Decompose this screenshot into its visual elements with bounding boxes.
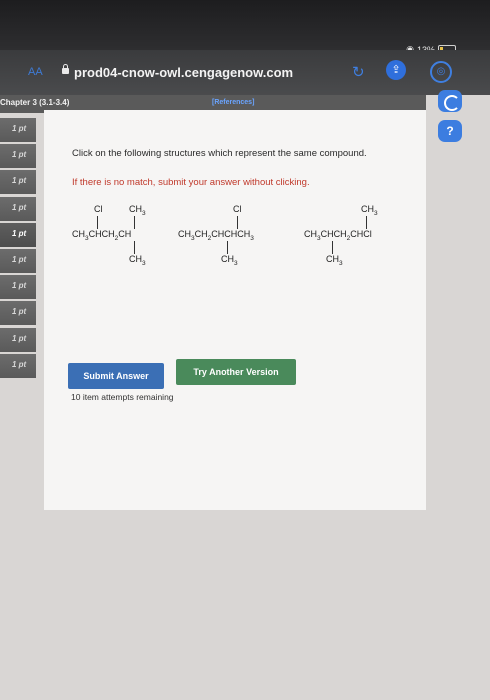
structure-2-main: CH3CH2CHCHCH3 [178, 229, 254, 242]
structure-2-top: Cl [233, 204, 242, 214]
points-item[interactable]: 1 pt [0, 118, 36, 142]
structure-2-bottom: CH3 [221, 254, 238, 267]
question-panel [44, 110, 426, 510]
structure-option-2[interactable]: Cl CH3CH2CHCHCH3 CH3 [178, 205, 278, 267]
references-link[interactable]: [References] [212, 99, 254, 106]
points-item[interactable]: 1 pt [0, 275, 36, 300]
structure-3-top: CH3 [361, 204, 378, 217]
structure-1-top-right: CH3 [129, 204, 146, 217]
bond-line [332, 241, 333, 254]
bond-line [227, 241, 228, 254]
attempts-remaining: 10 item attempts remaining [71, 392, 174, 402]
submit-answer-button[interactable]: Submit Answer [68, 363, 164, 389]
points-item[interactable]: 1 pt [0, 170, 36, 195]
points-item-current[interactable]: 1 pt [0, 222, 36, 247]
reader-mode-button[interactable]: AA [28, 66, 43, 78]
status-bar [0, 0, 490, 50]
structure-1-bottom: CH3 [129, 254, 146, 267]
question-hint: If there is no match, submit your answer… [72, 177, 310, 188]
bond-line [237, 216, 238, 229]
bond-line [134, 216, 135, 229]
structure-3-main: CH3CHCH2CHCl [304, 229, 372, 242]
structure-option-3[interactable]: CH3 CH3CHCH2CHCl CH3 [304, 204, 404, 267]
structure-1-top-left: Cl [94, 204, 103, 214]
chapter-title: Chapter 3 (3.1-3.4) [0, 98, 70, 107]
bond-line [366, 216, 367, 229]
points-item[interactable]: 1 pt [0, 248, 36, 273]
refresh-side-icon[interactable] [438, 90, 462, 112]
help-icon[interactable]: ? [438, 120, 462, 142]
points-list: 1 pt 1 pt 1 pt 1 pt 1 pt 1 pt 1 pt 1 pt … [0, 118, 36, 380]
points-item[interactable]: 1 pt [0, 353, 36, 378]
points-item[interactable]: 1 pt [0, 144, 36, 169]
structure-option-1[interactable]: Cl CH3 CH3CHCH2CH CH3 [72, 204, 162, 267]
bond-line [134, 241, 135, 254]
points-item[interactable]: 1 pt [0, 327, 36, 352]
reload-icon[interactable]: ↻ [352, 63, 365, 81]
url-text[interactable]: prod04-cnow-owl.cengagenow.com [74, 65, 293, 80]
structure-3-bottom: CH3 [326, 254, 343, 267]
bond-line [97, 216, 98, 229]
share-icon[interactable]: ⇪ [386, 60, 406, 80]
try-another-version-button[interactable]: Try Another Version [176, 359, 296, 385]
structure-1-main: CH3CHCH2CH [72, 229, 132, 242]
extension-icon[interactable]: ◎ [430, 61, 452, 83]
points-item[interactable]: 1 pt [0, 301, 36, 326]
lock-icon [62, 64, 69, 74]
question-text: Click on the following structures which … [72, 148, 367, 159]
points-item[interactable]: 1 pt [0, 196, 36, 221]
